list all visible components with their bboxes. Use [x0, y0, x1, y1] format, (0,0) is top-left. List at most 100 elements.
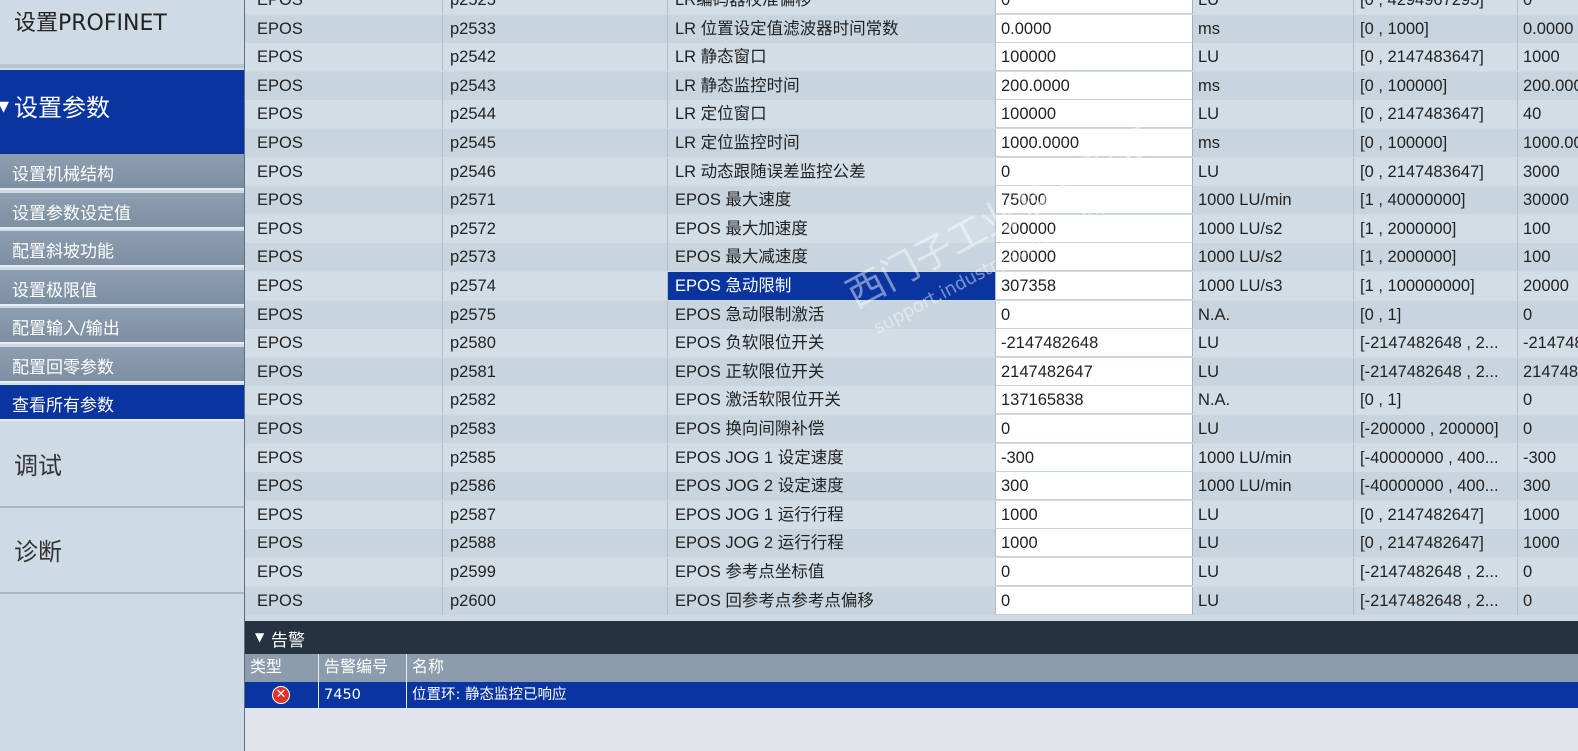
table-row[interactable]: EPOS p2571 EPOS 最大速度 75000 1000 LU/min [1 , 4… [245, 186, 1578, 215]
cell-value-input[interactable]: 75000 [996, 186, 1193, 215]
table-row[interactable]: EPOS p2583 EPOS 换向间隙补偿 0 LU [-200000 , 200000… [245, 415, 1578, 443]
cell-range: [0 , 1] [1354, 300, 1518, 329]
collapse-triangle-icon[interactable]: ▼ [255, 630, 264, 644]
nav-section-profinet[interactable]: 设置PROFINET [0, 0, 244, 68]
cell-unit: 1000 LU/s3 [1193, 272, 1354, 300]
alarm-type-cell: ✕ [245, 682, 319, 708]
cell-range: [-200000 , 200000] [1354, 415, 1518, 443]
table-row[interactable]: EPOS p2542 LR 静态窗口 100000 LU [0 , 2147483647]… [245, 43, 1578, 72]
sidebar-item[interactable]: 查看所有参数 [0, 385, 244, 421]
cell-object: EPOS [250, 129, 443, 157]
cell-range: [0 , 1000] [1354, 14, 1518, 43]
table-row[interactable]: EPOS p2574 EPOS 急动限制 307358 1000 LU/s3 [1 , 1… [245, 272, 1578, 300]
cell-object: EPOS [250, 586, 443, 615]
cell-value-input[interactable]: -2147482648 [996, 329, 1193, 358]
cell-value-input[interactable]: 0 [996, 586, 1193, 615]
cell-value-input[interactable]: 0 [996, 157, 1193, 186]
cell-value-input[interactable]: 0 [996, 415, 1193, 443]
cell-value-input[interactable]: 0 [996, 558, 1193, 586]
cell-default: 3000 [1523, 162, 1560, 181]
cell-default: 0 [1523, 391, 1533, 410]
cell-unit: LU [1193, 500, 1354, 529]
sidebar-item[interactable]: 设置参数设定值 [0, 192, 244, 229]
table-row[interactable]: EPOS p2544 LR 定位窗口 100000 LU [0 , 2147483647]… [245, 100, 1578, 129]
nav-section-params[interactable]: ▾ 设置参数 [0, 70, 244, 154]
sidebar-item[interactable]: 配置输入/输出 [0, 308, 244, 344]
cell-value-input[interactable]: 300 [996, 472, 1193, 501]
table-row[interactable]: EPOS p2600 EPOS 回参考点参考点偏移 0 LU [-2147482648 ,… [245, 586, 1578, 615]
cell-default: 0 [1523, 305, 1533, 324]
sidebar-item-label: 设置机械结构 [12, 165, 114, 185]
cell-object: EPOS [250, 157, 443, 186]
table-row[interactable]: EPOS p2599 EPOS 参考点坐标值 0 LU [-2147482648 , 2.… [245, 558, 1578, 586]
table-row[interactable]: EPOS p2587 EPOS JOG 1 运行行程 1000 LU [0 , 21474… [245, 500, 1578, 529]
parameter-table: EPOS p2525 LR编码器校准偏移 0 LU [0 , 4294967295] 0 EP… [245, 0, 1578, 621]
cell-value-input[interactable]: 2147482647 [996, 357, 1193, 386]
table-row[interactable]: EPOS p2543 LR 静态监控时间 200.0000 ms [0 , 100000]… [245, 71, 1578, 100]
cell-value-input[interactable]: 307358 [996, 272, 1193, 300]
alarm-panel-header[interactable]: ▼ 告警 [245, 621, 1578, 654]
sidebar-item-label: 配置输入/输出 [12, 319, 120, 339]
cell-parameter-number: p2546 [443, 157, 668, 186]
cell-value-input[interactable]: 1000.0000 [996, 129, 1193, 157]
table-row[interactable]: EPOS p2575 EPOS 急动限制激活 0 N.A. [0 , 1] 0 [245, 300, 1578, 329]
cell-object: EPOS [250, 386, 443, 415]
cell-value-input[interactable]: 200000 [996, 243, 1193, 272]
cell-range: [1 , 2000000] [1354, 214, 1518, 243]
cell-range: [0 , 100000] [1354, 71, 1518, 100]
table-row[interactable]: EPOS p2545 LR 定位监控时间 1000.0000 ms [0 , 100000… [245, 129, 1578, 157]
table-row[interactable]: EPOS p2580 EPOS 负软限位开关 -2147482648 LU [-21474… [245, 329, 1578, 358]
table-row[interactable]: EPOS p2533 LR 位置设定值滤波器时间常数 0.0000 ms [0 , 100… [245, 14, 1578, 43]
column-header-type[interactable]: 类型 [245, 654, 319, 682]
cell-unit: N.A. [1193, 300, 1354, 329]
cell-parameter-number: p2585 [443, 443, 668, 472]
cell-object: EPOS [250, 558, 443, 586]
sidebar-item[interactable]: 配置回零参数 [0, 346, 244, 383]
cell-unit: LU [1193, 586, 1354, 615]
cell-parameter-name: EPOS 激活软限位开关 [668, 386, 996, 415]
alarm-row[interactable]: ✕ 7450 位置环: 静态监控已响应 [245, 682, 1578, 708]
cell-range: [0 , 1] [1354, 386, 1518, 415]
nav-section-diagnostics[interactable]: 诊断 [0, 510, 244, 594]
cell-parameter-name: EPOS 正软限位开关 [668, 357, 996, 386]
nav-section-commissioning[interactable]: 调试 [0, 424, 244, 508]
cell-value-input[interactable]: 200.0000 [996, 71, 1193, 100]
cell-value-input[interactable]: 200000 [996, 214, 1193, 243]
cell-unit: N.A. [1193, 386, 1354, 415]
cell-unit: LU [1193, 43, 1354, 72]
cell-parameter-number: p2543 [443, 71, 668, 100]
cell-unit: LU [1193, 329, 1354, 358]
sidebar-item[interactable]: 设置极限值 [0, 269, 244, 306]
sidebar-item[interactable]: 设置机械结构 [0, 154, 244, 190]
cell-value-input[interactable]: 100000 [996, 43, 1193, 72]
cell-value-input[interactable]: 0 [996, 0, 1193, 14]
cell-value-input[interactable]: 1000 [996, 529, 1193, 558]
cell-value-input[interactable]: 100000 [996, 100, 1193, 129]
cell-value-input[interactable]: 0 [996, 300, 1193, 329]
cell-default: 1000 [1523, 534, 1560, 553]
cell-parameter-number: p2544 [443, 100, 668, 129]
table-row[interactable]: EPOS p2573 EPOS 最大减速度 200000 1000 LU/s2 [1 , … [245, 243, 1578, 272]
table-row[interactable]: EPOS p2588 EPOS JOG 2 运行行程 1000 LU [0 , 21474… [245, 529, 1578, 558]
cell-default: 200.0000 [1523, 76, 1578, 95]
cell-value-input[interactable]: 137165838 [996, 386, 1193, 415]
cell-parameter-number: p2600 [443, 586, 668, 615]
cell-value-input[interactable]: 1000 [996, 500, 1193, 529]
table-row[interactable]: EPOS p2546 LR 动态跟随误差监控公差 0 LU [0 , 2147483647… [245, 157, 1578, 186]
sidebar-item-label: 查看所有参数 [12, 396, 114, 416]
column-header-name[interactable]: 名称 [407, 654, 707, 682]
table-row[interactable]: EPOS p2582 EPOS 激活软限位开关 137165838 N.A. [0 , 1… [245, 386, 1578, 415]
table-row[interactable]: EPOS p2586 EPOS JOG 2 设定速度 300 1000 LU/min [-… [245, 472, 1578, 501]
column-header-number[interactable]: 告警编号 [319, 654, 407, 682]
table-row[interactable]: EPOS p2581 EPOS 正软限位开关 2147482647 LU [-214748… [245, 357, 1578, 386]
cell-value-input[interactable]: -300 [996, 443, 1193, 472]
alarm-name-cell: 位置环: 静态监控已响应 [412, 687, 567, 703]
table-row[interactable]: EPOS p2585 EPOS JOG 1 设定速度 -300 1000 LU/min[… [245, 443, 1578, 472]
nav-section-params-label: 设置参数 [14, 94, 110, 122]
cell-parameter-number: p2542 [443, 43, 668, 72]
cell-default: 30000 [1523, 191, 1569, 210]
sidebar-item[interactable]: 配置斜坡功能 [0, 231, 244, 267]
cell-value-input[interactable]: 0.0000 [996, 14, 1193, 43]
table-row[interactable]: EPOS p2525 LR编码器校准偏移 0 LU [0 , 4294967295] 0 [245, 0, 1578, 14]
table-row[interactable]: EPOS p2572 EPOS 最大加速度 200000 1000 LU/s2 [1 , … [245, 214, 1578, 243]
